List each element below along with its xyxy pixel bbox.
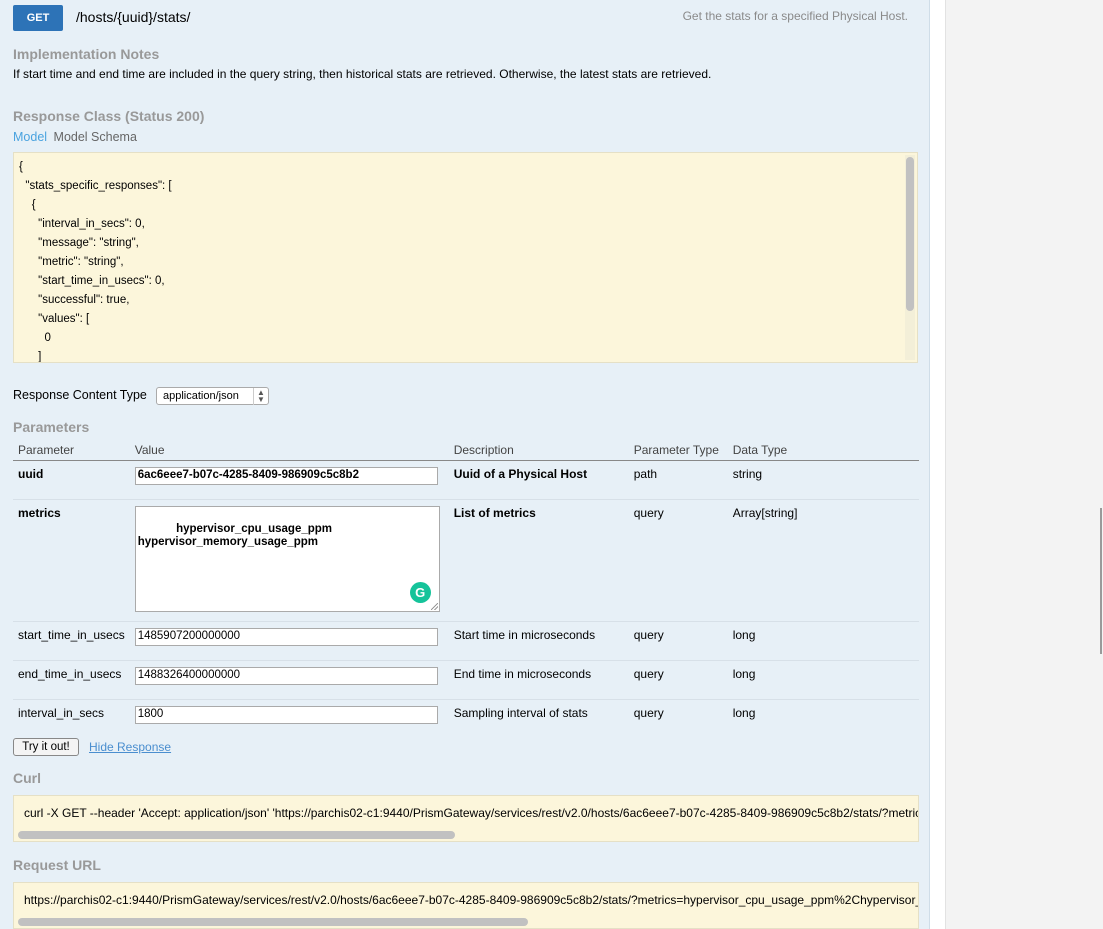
parameters-header-row: Parameter Value Description Parameter Ty… <box>13 440 919 461</box>
tab-model-schema[interactable]: Model Schema <box>54 130 137 144</box>
request-url-scrollbar[interactable] <box>18 918 528 926</box>
column-header: Value <box>129 440 449 461</box>
end-time-input[interactable]: 1488326400000000 <box>134 667 438 685</box>
param-row-metrics: metrics hypervisor_cpu_usage_ppm hypervi… <box>13 499 919 622</box>
param-name: start_time_in_usecs <box>13 621 130 661</box>
try-it-out-button[interactable]: Try it out! <box>13 738 79 756</box>
tab-model[interactable]: Model <box>13 130 47 144</box>
curl-heading: Curl <box>13 770 41 786</box>
request-url-heading: Request URL <box>13 857 101 873</box>
param-type: path <box>628 460 728 500</box>
param-name: metrics <box>13 499 130 622</box>
param-description: List of metrics <box>448 499 629 622</box>
window-edge-marker <box>1100 508 1102 654</box>
param-row-end-time: end_time_in_usecs 1488326400000000 End t… <box>13 660 919 700</box>
column-header: Parameter <box>13 440 130 461</box>
param-row-interval: interval_in_secs 1800 Sampling interval … <box>13 700 919 730</box>
parameters-heading: Parameters <box>13 419 90 435</box>
param-description: Uuid of a Physical Host <box>448 460 629 500</box>
param-row-uuid: uuid 6ac6eee7-b07c-4285-8409-986909c5c8b… <box>13 460 919 500</box>
http-method-badge[interactable]: GET <box>13 5 63 31</box>
param-name: interval_in_secs <box>18 706 105 720</box>
param-value-cell: 1485907200000000 <box>129 621 449 661</box>
curl-scrollbar[interactable] <box>18 831 455 839</box>
curl-box: curl -X GET --header 'Accept: applicatio… <box>13 795 919 842</box>
implementation-notes-text: If start time and end time are included … <box>13 67 712 81</box>
param-value-cell: 1800 <box>130 700 449 730</box>
response-content-type-value: application/json <box>163 390 239 402</box>
param-type: query <box>633 706 664 720</box>
model-schema-code: { "stats_specific_responses": [ { "inter… <box>19 161 172 363</box>
endpoint-summary[interactable]: Get the stats for a specified Physical H… <box>683 9 908 23</box>
uuid-input[interactable]: 6ac6eee7-b07c-4285-8409-986909c5c8b2 <box>134 467 438 485</box>
param-data-type: long <box>732 706 756 720</box>
column-header: Description <box>448 440 629 461</box>
param-description: End time in microseconds <box>448 660 629 700</box>
response-content-type-label: Response Content Type <box>13 388 147 402</box>
endpoint-path[interactable]: /hosts/{uuid}/stats/ <box>76 9 190 25</box>
param-data-type: Array[string] <box>727 499 919 622</box>
param-name: uuid <box>13 460 130 500</box>
curl-command[interactable]: curl -X GET --header 'Accept: applicatio… <box>24 806 918 820</box>
parameters-table: Parameter Value Description Parameter Ty… <box>13 440 919 730</box>
model-schema-box: { "stats_specific_responses": [ { "inter… <box>13 152 918 363</box>
metrics-textarea-value: hypervisor_cpu_usage_ppm hypervisor_memo… <box>137 523 333 548</box>
implementation-notes-heading: Implementation Notes <box>13 46 160 62</box>
interval-input[interactable]: 1800 <box>134 706 438 724</box>
hide-response-link[interactable]: Hide Response <box>89 740 171 754</box>
param-data-type: string <box>727 460 919 500</box>
param-data-type: long <box>727 660 919 700</box>
request-url-box: https://parchis02-c1:9440/PrismGateway/s… <box>13 882 919 929</box>
param-data-type: long <box>727 621 919 661</box>
param-value-cell: 1488326400000000 <box>129 660 449 700</box>
param-row-start-time: start_time_in_usecs 1485907200000000 Sta… <box>13 621 919 661</box>
param-type: query <box>628 660 728 700</box>
response-class-heading: Response Class (Status 200) <box>13 108 205 124</box>
start-time-input[interactable]: 1485907200000000 <box>134 628 438 646</box>
schema-scrollbar[interactable] <box>906 157 914 311</box>
response-content-type-select[interactable]: application/json ▲ ▼ <box>156 387 269 405</box>
right-sidebar <box>945 0 1103 929</box>
param-value-cell: 6ac6eee7-b07c-4285-8409-986909c5c8b2 <box>129 460 449 500</box>
resize-handle-icon[interactable] <box>430 603 438 610</box>
metrics-textarea[interactable]: hypervisor_cpu_usage_ppm hypervisor_memo… <box>134 506 440 612</box>
column-header: Data Type <box>727 440 919 461</box>
select-arrows-icon: ▲ ▼ <box>253 388 268 405</box>
param-description: Start time in microseconds <box>448 621 629 661</box>
param-type: query <box>628 621 728 661</box>
param-name: end_time_in_usecs <box>13 660 130 700</box>
model-tabs: Model Model Schema <box>13 130 137 144</box>
column-header: Parameter Type <box>628 440 728 461</box>
param-value-cell: hypervisor_cpu_usage_ppm hypervisor_memo… <box>129 499 449 622</box>
operation-panel: GET /hosts/{uuid}/stats/ Get the stats f… <box>0 0 930 929</box>
grammarly-icon[interactable]: G <box>409 582 431 603</box>
request-url-text[interactable]: https://parchis02-c1:9440/PrismGateway/s… <box>24 893 918 907</box>
param-description: Sampling interval of stats <box>453 706 588 720</box>
param-type: query <box>628 499 728 622</box>
